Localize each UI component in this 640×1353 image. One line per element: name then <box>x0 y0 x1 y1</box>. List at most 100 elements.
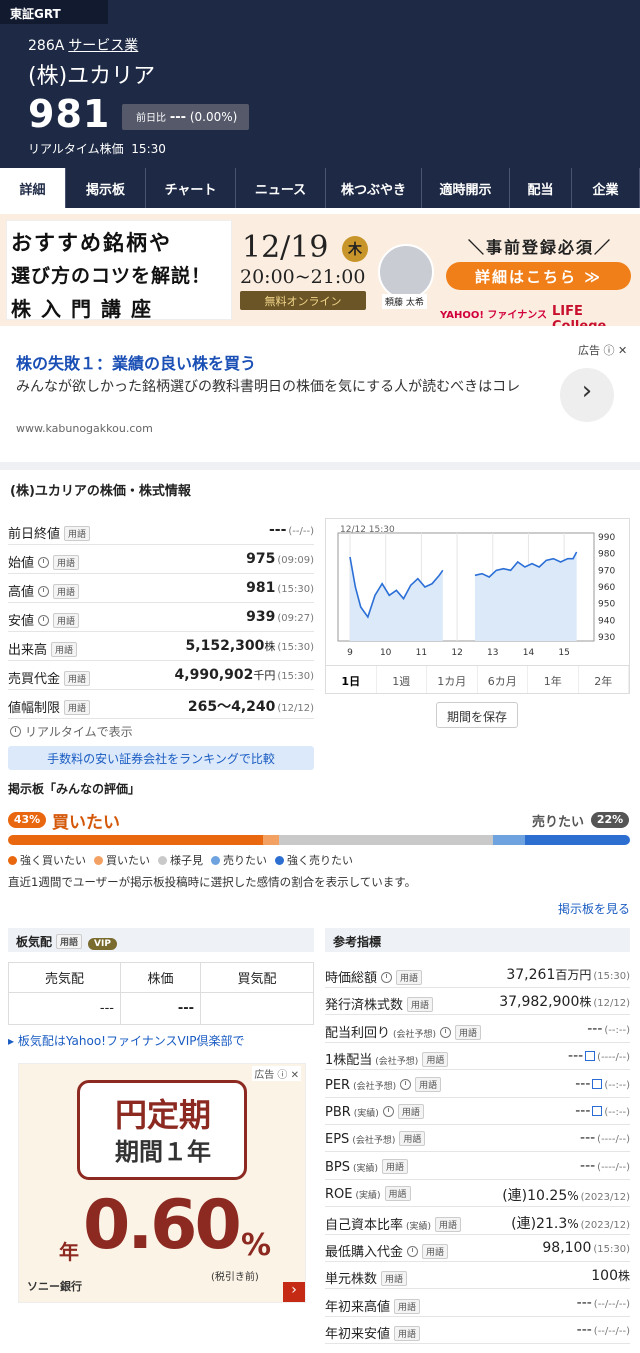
term-tag[interactable]: 用語 <box>435 1216 462 1232</box>
indicator-label: 年初来安値 用語 <box>325 1323 421 1342</box>
promo-banner[interactable]: おすすめ銘柄や 選び方のコツを解説！ 株入門講座 12/19 木 20:00~2… <box>0 214 640 326</box>
indicator-value: 37,261百万円 (15:30) <box>506 966 630 983</box>
term-tag[interactable]: 用語 <box>381 1271 408 1287</box>
indicator-value: --- (--/--/--) <box>577 1295 630 1311</box>
period-tab[interactable]: 6カ月 <box>478 666 528 693</box>
external-link-icon[interactable] <box>592 1106 603 1116</box>
indicator-time: (--:--) <box>604 1024 630 1036</box>
ad-next-button[interactable]: › <box>560 368 614 422</box>
ranking-button[interactable]: 手数料の安い証券会社をランキングで比較 <box>8 746 314 770</box>
tab-4[interactable]: 株つぶやき <box>326 168 422 208</box>
buy-label: 買いたい <box>52 813 120 833</box>
legend-label: 強く買いたい <box>20 854 86 867</box>
indicator-row: 最低購入代金 用語 98,100 (15:30) <box>325 1235 630 1262</box>
period-tab[interactable]: 1年 <box>528 666 579 693</box>
external-link-icon[interactable] <box>592 1078 603 1089</box>
term-tag[interactable]: 用語 <box>64 700 91 715</box>
period-tab[interactable]: 1カ月 <box>427 666 478 693</box>
lifecollege-logo: LIFE College <box>552 304 606 326</box>
indicator-unit: 株 <box>579 995 592 1010</box>
indicator-label: PER (会社予想) 用語 <box>325 1076 442 1093</box>
term-tag[interactable]: 用語 <box>415 1076 442 1092</box>
term-tag[interactable]: 用語 <box>396 970 423 985</box>
quote-label: 前日終値 用語 <box>8 523 91 542</box>
speaker-avatar <box>378 244 434 300</box>
stock-header: 東証GRT 286A サービス業 (株)ユカリア 981 前日比 --- (0.0… <box>0 0 640 168</box>
indicator-row: 時価総額 用語 37,261百万円 (15:30) <box>325 961 630 988</box>
tab-5[interactable]: 適時開示 <box>422 168 510 208</box>
period-tab[interactable]: 1日 <box>326 666 377 693</box>
term-tag[interactable]: 用語 <box>53 613 80 628</box>
ad-label[interactable]: 広告 ⓘ ✕ <box>578 342 627 358</box>
legend-item: 強く売りたい <box>275 852 353 868</box>
indicator-row: 単元株数 用語 100株 <box>325 1262 630 1290</box>
indicator-value-text: --- <box>575 1075 591 1092</box>
legend-item: 売りたい <box>211 852 267 868</box>
ad2-arrow-button[interactable]: › <box>283 1282 305 1302</box>
tab-1[interactable]: 掲示板 <box>66 168 146 208</box>
quote-row: 高値 用語 981 (15:30) <box>8 574 314 603</box>
tab-2[interactable]: チャート <box>146 168 236 208</box>
orderbook-sell: --- <box>8 992 121 1025</box>
indicator-row: EPS (会社予想) 用語 --- (----/--) <box>325 1125 630 1153</box>
tab-7[interactable]: 企業 <box>572 168 640 208</box>
tab-0[interactable]: 詳細 <box>0 168 66 208</box>
ad-title[interactable]: 株の失敗１：業績の良い株を買う <box>16 350 256 374</box>
term-tag[interactable]: 用語 <box>397 1104 424 1119</box>
text-ad[interactable]: 株の失敗１：業績の良い株を買う みんなが欲しかった銘柄選びの教科書明日の株価を気… <box>0 332 640 460</box>
period-tab[interactable]: 1週 <box>377 666 427 693</box>
term-tag[interactable]: 用語 <box>53 584 80 599</box>
ad-info-icon[interactable]: ⓘ <box>604 344 615 357</box>
indicator-value-text: --- <box>587 1020 603 1037</box>
indicator-sub: (会社予想) <box>393 1029 437 1040</box>
orderbook-vip-link[interactable]: ▸ 板気配はYahoo!ファイナンスVIP倶楽部で <box>8 1032 244 1049</box>
quote-label-text: 始値 <box>8 556 35 571</box>
term-tag[interactable]: 用語 <box>407 997 434 1013</box>
indicator-value-text: --- <box>580 1157 596 1174</box>
term-tag[interactable]: 用語 <box>64 671 91 686</box>
sentiment-segment <box>8 835 264 845</box>
term-tag[interactable]: 用語 <box>64 526 91 541</box>
ad-close-icon[interactable]: ✕ <box>618 344 627 357</box>
quote-label: 始値 用語 <box>8 552 80 571</box>
term-tag[interactable]: 用語 <box>455 1024 482 1040</box>
banner-title-box: おすすめ銘柄や 選び方のコツを解説！ 株入門講座 <box>6 220 232 321</box>
term-tag[interactable]: 用語 <box>394 1298 421 1314</box>
bank-ad[interactable]: 広告 ⓘ ✕ 円定期 期間１年 年 0.60 % (税引き前) ソニー銀行 › <box>18 1063 306 1303</box>
tab-6[interactable]: 配当 <box>510 168 572 208</box>
price-chart[interactable]: 12/12 15:30 9 10 11 12 13 14 15 990 980 970 960 950… <box>325 518 630 694</box>
term-tag[interactable]: 用語 <box>53 555 80 570</box>
term-tag[interactable]: 用語 <box>56 934 83 949</box>
indicator-row: PER (会社予想) 用語 --- (--:--) <box>325 1071 630 1098</box>
board-link[interactable]: 掲示板を見る <box>558 900 630 917</box>
sector-link[interactable]: サービス業 <box>68 38 138 54</box>
term-tag[interactable]: 用語 <box>382 1158 409 1174</box>
indicator-value: --- (----/--) <box>580 1158 630 1174</box>
term-tag[interactable]: 用語 <box>394 1326 421 1342</box>
term-tag[interactable]: 用語 <box>51 642 78 657</box>
term-tag[interactable]: 用語 <box>422 1244 449 1259</box>
indicator-label: 時価総額 用語 <box>325 967 423 986</box>
quote-time: (12/12) <box>277 703 314 714</box>
indicator-time: (----/--) <box>597 1161 630 1173</box>
term-tag[interactable]: 用語 <box>399 1131 426 1147</box>
orderbook-title: 板気配 <box>16 935 53 949</box>
quote-value: 265～4,240 (12/12) <box>188 696 314 716</box>
indicator-time: (----/--) <box>597 1134 630 1146</box>
realtime-note[interactable]: リアルタイムで表示 <box>10 723 133 740</box>
save-period-button[interactable]: 期間を保存 <box>436 702 518 728</box>
term-tag[interactable]: 用語 <box>384 1186 411 1202</box>
realtime-time: 15:30 <box>131 142 166 156</box>
banner-cta-button[interactable]: 詳細はこちら ≫ <box>446 262 631 290</box>
quote-value-text: 265～4,240 <box>187 699 276 715</box>
indicator-value: --- (----/--) <box>580 1130 630 1146</box>
term-tag[interactable]: 用語 <box>422 1052 449 1068</box>
period-tab[interactable]: 2年 <box>579 666 629 693</box>
indicators-title: 参考指標 <box>333 935 382 949</box>
nav-tabs: 詳細 掲示板 チャート ニュース 株つぶやき 適時開示 配当 企業 <box>0 168 640 208</box>
external-link-icon[interactable] <box>585 1051 596 1062</box>
tab-3[interactable]: ニュース <box>236 168 326 208</box>
legend-label: 売りたい <box>223 854 267 867</box>
ad2-label[interactable]: 広告 ⓘ ✕ <box>252 1066 301 1081</box>
chart-x-tick: 10 <box>380 648 392 658</box>
